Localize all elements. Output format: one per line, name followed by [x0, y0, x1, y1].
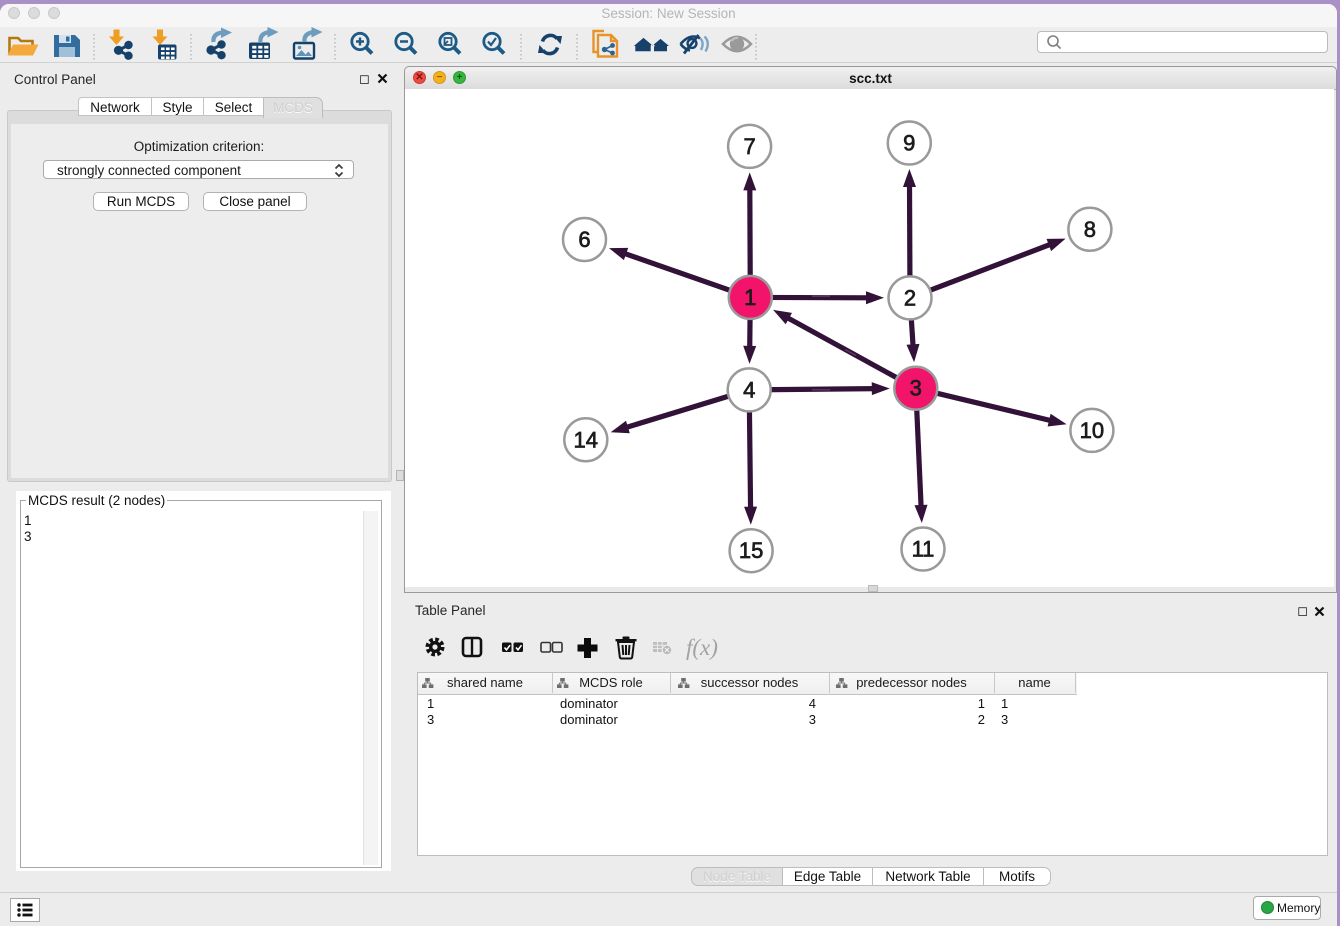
svg-text:6: 6	[578, 227, 590, 252]
svg-text:f(x): f(x)	[686, 635, 718, 660]
svg-text:1: 1	[744, 285, 756, 310]
svg-text:2: 2	[904, 285, 916, 310]
svg-text:14: 14	[574, 427, 598, 452]
svg-text:9: 9	[903, 131, 915, 156]
svg-text:11: 11	[912, 537, 935, 562]
svg-text:7: 7	[743, 134, 755, 159]
svg-text:4: 4	[743, 377, 755, 402]
svg-text:3: 3	[910, 376, 922, 401]
svg-text:15: 15	[739, 538, 763, 563]
svg-text:10: 10	[1080, 418, 1104, 443]
svg-text:8: 8	[1084, 217, 1096, 242]
